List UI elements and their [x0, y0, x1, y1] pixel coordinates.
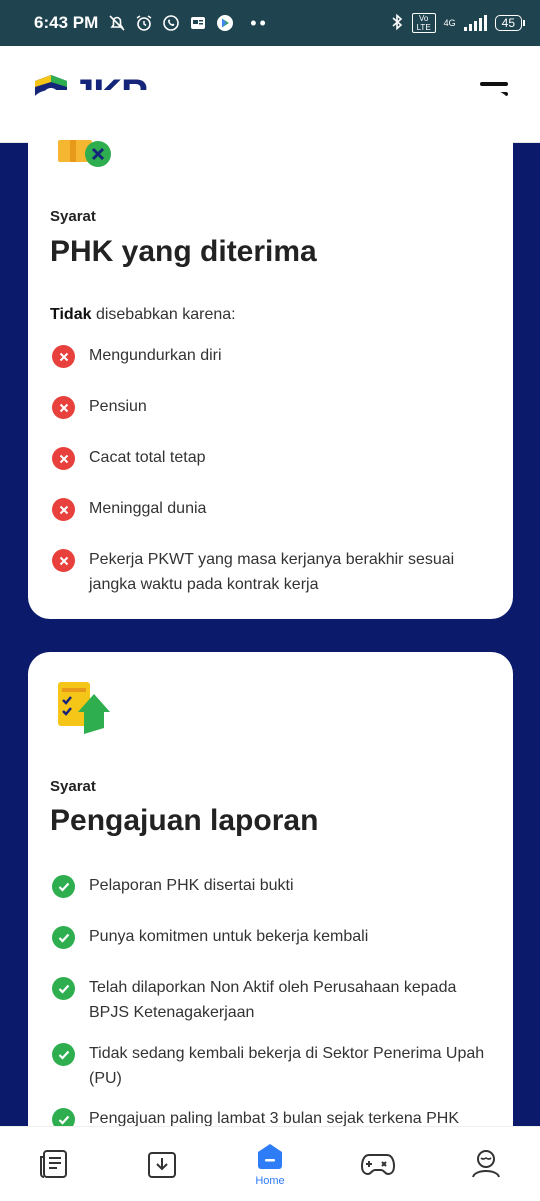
whatsapp-icon [162, 14, 180, 32]
status-time: 6:43 PM [34, 13, 99, 32]
bottom-navigation: Home [0, 1126, 540, 1201]
list-item-text: Pelaporan PHK disertai bukti [89, 877, 294, 894]
card-title: Pengajuan laporan [50, 804, 319, 837]
home-icon [258, 1144, 282, 1169]
card-intro: Tidak disebabkan karena: [50, 306, 236, 324]
nav-home-label: Home [255, 1175, 285, 1187]
list-item-text: Pekerja PKWT yang masa kerjanya berakhir… [89, 551, 455, 593]
nav-profile[interactable] [451, 1147, 521, 1181]
status-notification-icons [108, 14, 234, 32]
check-circle-icon [52, 926, 75, 949]
list-item: Pelaporan PHK disertai bukti [50, 875, 493, 898]
list-item-text: Tidak sedang kembali bekerja di Sektor P… [89, 1045, 485, 1087]
hamburger-icon [480, 82, 508, 86]
card-eyebrow: Syarat [50, 208, 96, 225]
box-rejected-icon [58, 140, 111, 167]
nav-home[interactable]: Home [235, 1141, 305, 1187]
card-eyebrow: Syarat [50, 778, 96, 795]
list-item-text: Pensiun [89, 398, 147, 415]
check-circle-icon [52, 1043, 75, 1066]
nav-download[interactable] [127, 1147, 197, 1181]
intro-bold: Tidak [50, 306, 92, 323]
signal-icon [463, 15, 487, 31]
mute-bell-icon [108, 14, 126, 32]
list-item-text: Cacat total tetap [89, 449, 206, 466]
list-item: Punya komitmen untuk bekerja kembali [50, 926, 493, 949]
list-item: Pekerja PKWT yang masa kerjanya berakhir… [50, 549, 493, 597]
news-app-icon [189, 14, 207, 32]
list-item-text: Mengundurkan diri [89, 347, 222, 364]
check-circle-icon [52, 977, 75, 1000]
gamepad-icon [360, 1154, 396, 1176]
profile-icon [472, 1150, 500, 1178]
list-item-text: Meninggal dunia [89, 500, 207, 517]
card-report-requirements: Syarat Pengajuan laporan Pelaporan PHK d… [28, 652, 513, 1172]
more-notifications-icon: •• [250, 12, 269, 33]
list-item: Pensiun [50, 396, 493, 419]
close-circle-icon [52, 549, 75, 572]
close-circle-icon [52, 396, 75, 419]
list-item: Mengundurkan diri [50, 345, 493, 368]
close-circle-icon [52, 447, 75, 470]
list-item-text: Telah dilaporkan Non Aktif oleh Perusaha… [89, 979, 457, 1021]
card-title: PHK yang diterima [50, 235, 317, 268]
close-circle-icon [52, 345, 75, 368]
status-system-icons: Vo LTE 4G 45 [390, 13, 526, 34]
card-phk-requirements: Syarat PHK yang diterima Tidak disebabka… [28, 90, 513, 619]
nav-games[interactable] [343, 1147, 413, 1181]
list-item: Meninggal dunia [50, 498, 493, 521]
close-circle-icon [52, 498, 75, 521]
intro-rest: disebabkan karena: [91, 306, 236, 323]
status-bar: 6:43 PM •• Vo LTE 4G 45 [0, 0, 540, 46]
alarm-icon [135, 14, 153, 32]
document-upload-icon [58, 682, 110, 734]
list-item: Telah dilaporkan Non Aktif oleh Perusaha… [50, 977, 493, 1025]
list-item: Tidak sedang kembali bekerja di Sektor P… [50, 1043, 493, 1091]
battery-icon: 45 [494, 15, 526, 31]
nav-news[interactable] [19, 1147, 89, 1181]
list-item-text: Punya komitmen untuk bekerja kembali [89, 928, 369, 945]
download-tray-icon [148, 1152, 176, 1178]
network-type-label: 4G [443, 18, 456, 28]
check-circle-icon [52, 875, 75, 898]
news-icon [40, 1150, 67, 1178]
volte-icon: Vo LTE [411, 13, 436, 33]
bluetooth-icon [390, 13, 404, 34]
list-item: Cacat total tetap [50, 447, 493, 470]
play-store-icon [216, 14, 234, 32]
